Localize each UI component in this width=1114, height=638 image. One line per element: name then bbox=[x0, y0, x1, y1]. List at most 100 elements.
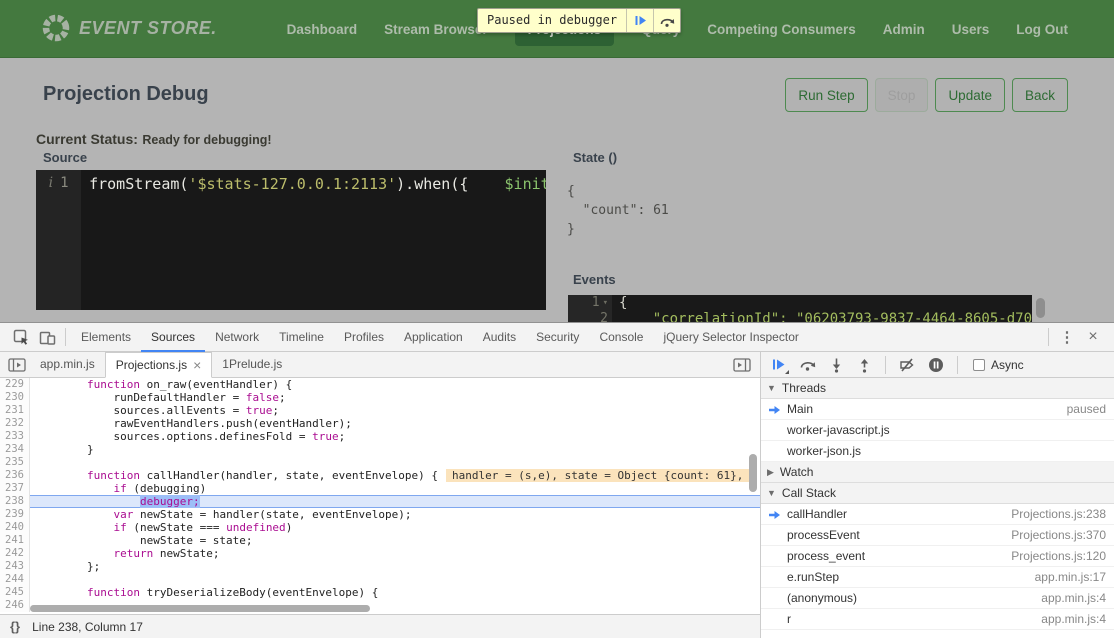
nav-item-log-out[interactable]: Log Out bbox=[1016, 22, 1068, 37]
events-editor[interactable]: 1▾{2 "correlationId": "06203793-9837-446… bbox=[568, 295, 1032, 322]
tab-security[interactable]: Security bbox=[526, 323, 589, 352]
code-text[interactable]: function callHandler(handler, state, eve… bbox=[30, 469, 760, 482]
pretty-print-button[interactable]: {} bbox=[10, 619, 20, 634]
tab-console[interactable]: Console bbox=[589, 323, 653, 352]
devtools-menu-button[interactable]: ⋮ bbox=[1054, 323, 1080, 352]
tab-audits[interactable]: Audits bbox=[473, 323, 526, 352]
async-checkbox[interactable] bbox=[973, 359, 985, 371]
code-token: }; bbox=[34, 560, 100, 573]
vertical-scrollbar[interactable] bbox=[749, 454, 757, 492]
tab-application[interactable]: Application bbox=[394, 323, 473, 352]
stack-frame-processevent[interactable]: processEventProjections.js:370 bbox=[761, 525, 1114, 546]
line-number-229[interactable]: 229 bbox=[0, 378, 30, 391]
line-number-243[interactable]: 243 bbox=[0, 560, 30, 573]
code-text[interactable]: if (debugging) bbox=[30, 482, 760, 495]
fold-arrow-icon[interactable]: ▾ bbox=[603, 295, 608, 311]
banner-step-over-button[interactable] bbox=[653, 9, 680, 32]
stack-frame-process-event[interactable]: process_eventProjections.js:120 bbox=[761, 546, 1114, 567]
source-code-editor[interactable]: i 1 fromStream('$stats-127.0.0.1:2113').… bbox=[36, 170, 546, 310]
brand[interactable]: EVENT STORE. bbox=[41, 13, 217, 43]
code-text[interactable]: sources.allEvents = true; bbox=[30, 404, 760, 417]
events-line-number[interactable]: 2 bbox=[568, 311, 612, 322]
async-toggle[interactable]: Async bbox=[973, 358, 1024, 372]
line-number-230[interactable]: 230 bbox=[0, 391, 30, 404]
step-into-button[interactable] bbox=[829, 357, 844, 373]
step-out-button[interactable] bbox=[857, 357, 872, 373]
back-button[interactable]: Back bbox=[1012, 78, 1068, 112]
tab-timeline[interactable]: Timeline bbox=[269, 323, 334, 352]
stack-frame-r[interactable]: rapp.min.js:4 bbox=[761, 609, 1114, 630]
line-number-234[interactable]: 234 bbox=[0, 443, 30, 456]
source-token: fromStream( bbox=[89, 175, 188, 193]
update-button[interactable]: Update bbox=[935, 78, 1005, 112]
events-scrollbar[interactable] bbox=[1036, 298, 1045, 318]
stack-frame-e-runstep[interactable]: e.runStepapp.min.js:17 bbox=[761, 567, 1114, 588]
step-over-button[interactable] bbox=[799, 357, 816, 372]
line-number-242[interactable]: 242 bbox=[0, 547, 30, 560]
file-tab-projections-js[interactable]: Projections.js× bbox=[105, 352, 213, 378]
tab-elements[interactable]: Elements bbox=[71, 323, 141, 352]
close-icon[interactable]: × bbox=[193, 358, 201, 372]
banner-resume-button[interactable] bbox=[626, 9, 653, 32]
line-number-238[interactable]: 238 bbox=[0, 495, 30, 508]
line-number-233[interactable]: 233 bbox=[0, 430, 30, 443]
watch-section-header[interactable]: ▶ Watch bbox=[761, 462, 1114, 483]
code-text[interactable]: runDefaultHandler = false; bbox=[30, 391, 760, 404]
thread-row-worker-javascript-js[interactable]: worker-javascript.js bbox=[761, 420, 1114, 441]
file-tab-1prelude-js[interactable]: 1Prelude.js bbox=[212, 352, 292, 377]
line-number-236[interactable]: 236 bbox=[0, 469, 30, 482]
navigator-toggle-button[interactable] bbox=[4, 350, 30, 379]
code-text[interactable]: debugger; bbox=[30, 495, 760, 508]
line-number-231[interactable]: 231 bbox=[0, 404, 30, 417]
code-text[interactable]: rawEventHandlers.push(eventHandler); bbox=[30, 417, 760, 430]
deactivate-breakpoints-button[interactable] bbox=[899, 357, 915, 373]
line-number-232[interactable]: 232 bbox=[0, 417, 30, 430]
events-line-number[interactable]: 1▾ bbox=[568, 295, 612, 311]
tab-sources[interactable]: Sources bbox=[141, 323, 205, 352]
code-text[interactable]: }; bbox=[30, 560, 760, 573]
tab-network[interactable]: Network bbox=[205, 323, 269, 352]
thread-row-worker-json-js[interactable]: worker-json.js bbox=[761, 441, 1114, 462]
code-text[interactable]: sources.options.definesFold = true; bbox=[30, 430, 760, 443]
code-text[interactable]: function tryDeserializeBody(eventEnvelop… bbox=[30, 586, 760, 599]
pause-on-exceptions-button[interactable] bbox=[928, 357, 944, 373]
run-step-button[interactable]: Run Step bbox=[785, 78, 867, 112]
line-number-239[interactable]: 239 bbox=[0, 508, 30, 521]
code-text[interactable]: } bbox=[30, 443, 760, 456]
threads-section-header[interactable]: ▼ Threads bbox=[761, 378, 1114, 399]
thread-row-main[interactable]: Mainpaused bbox=[761, 399, 1114, 420]
line-number-240[interactable]: 240 bbox=[0, 521, 30, 534]
nav-item-admin[interactable]: Admin bbox=[883, 22, 925, 37]
code-text[interactable]: newState = state; bbox=[30, 534, 760, 547]
nav-item-competing-consumers[interactable]: Competing Consumers bbox=[707, 22, 856, 37]
line-number-237[interactable]: 237 bbox=[0, 482, 30, 495]
nav-item-stream-browser[interactable]: Stream Browser bbox=[384, 22, 488, 37]
code-text[interactable]: var newState = handler(state, eventEnvel… bbox=[30, 508, 760, 521]
sidebar-toggle-button[interactable] bbox=[729, 357, 755, 373]
line-number-246[interactable]: 246 bbox=[0, 599, 30, 612]
call-stack-section-header[interactable]: ▼ Call Stack bbox=[761, 483, 1114, 504]
device-toolbar-button[interactable] bbox=[34, 323, 60, 352]
nav-item-dashboard[interactable]: Dashboard bbox=[287, 22, 358, 37]
stack-frame-callhandler[interactable]: callHandlerProjections.js:238 bbox=[761, 504, 1114, 525]
stack-frame-anonymous[interactable]: (anonymous)app.min.js:4 bbox=[761, 588, 1114, 609]
frame-function: e.runStep bbox=[787, 570, 839, 584]
line-number-244[interactable]: 244 bbox=[0, 573, 30, 586]
code-text[interactable] bbox=[30, 456, 760, 469]
code-text[interactable]: function on_raw(eventHandler) { bbox=[30, 378, 760, 391]
resume-button[interactable] bbox=[771, 357, 786, 372]
tab-jquery-selector-inspector[interactable]: jQuery Selector Inspector bbox=[653, 323, 808, 352]
code-text[interactable]: return newState; bbox=[30, 547, 760, 560]
nav-item-users[interactable]: Users bbox=[952, 22, 990, 37]
file-tab-app-min-js[interactable]: app.min.js bbox=[30, 352, 105, 377]
horizontal-scrollbar[interactable] bbox=[30, 605, 370, 612]
code-editor[interactable]: 229 function on_raw(eventHandler) {230 r… bbox=[0, 378, 760, 614]
line-number-235[interactable]: 235 bbox=[0, 456, 30, 469]
line-number-245[interactable]: 245 bbox=[0, 586, 30, 599]
inspect-element-button[interactable] bbox=[8, 323, 34, 352]
line-number-241[interactable]: 241 bbox=[0, 534, 30, 547]
code-text[interactable]: if (newState === undefined) bbox=[30, 521, 760, 534]
devtools-close-button[interactable]: × bbox=[1080, 323, 1106, 352]
tab-profiles[interactable]: Profiles bbox=[334, 323, 394, 352]
code-text[interactable] bbox=[30, 573, 760, 586]
